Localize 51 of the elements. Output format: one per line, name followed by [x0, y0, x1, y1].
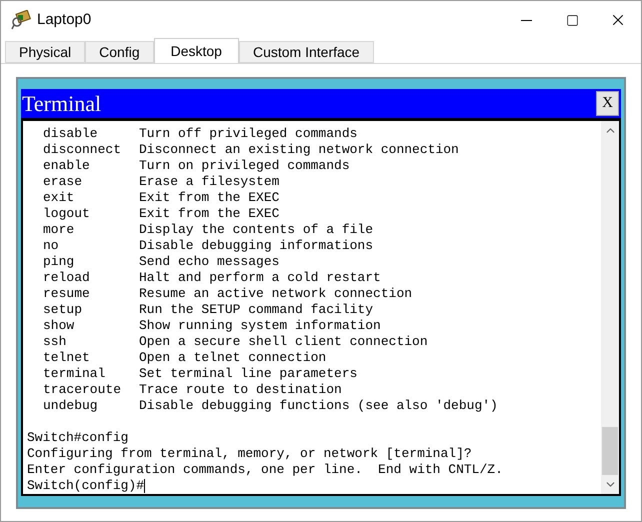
terminal-title: Terminal: [22, 90, 102, 118]
command-description: Set terminal line parameters: [139, 366, 358, 382]
tab[interactable]: Physical: [5, 41, 86, 63]
command-name: disconnect: [43, 142, 122, 158]
command-name: erase: [43, 174, 84, 190]
command-description: Display the contents of a file: [139, 222, 374, 238]
text-cursor: [144, 479, 146, 493]
command-name: ssh: [43, 334, 68, 350]
tab[interactable]: Config: [85, 41, 154, 63]
tab[interactable]: Custom Interface: [238, 41, 374, 63]
command-name: setup: [43, 302, 84, 318]
command-name: logout: [43, 206, 91, 222]
command-name: terminal: [43, 366, 106, 382]
command-description: Disable debugging informations: [139, 238, 374, 254]
command-description: Open a secure shell client connection: [139, 334, 428, 350]
command-prompt: Switch(config)#: [27, 478, 144, 494]
command-name: undebug: [43, 398, 99, 414]
command-description: Exit from the EXEC: [139, 190, 280, 206]
command-name: show: [43, 318, 76, 334]
command-name: more: [43, 222, 76, 238]
scroll-thumb[interactable]: [602, 427, 618, 475]
command-description: Erase a filesystem: [139, 174, 280, 190]
command-description: Halt and perform a cold restart: [139, 270, 381, 286]
scrollbar[interactable]: [601, 121, 619, 494]
command-name: ping: [43, 254, 76, 270]
output-line: Enter configuration commands, one per line. End with CNTL/Z.: [27, 462, 503, 477]
maximize-icon: [566, 14, 578, 26]
window-title: Laptop0: [37, 10, 92, 30]
tab[interactable]: Desktop: [154, 38, 239, 63]
output-line: Configuring from terminal, memory, or network [terminal]?: [27, 446, 472, 461]
command-description: Exit from the EXEC: [139, 206, 280, 222]
command-description: Run the SETUP command facility: [139, 302, 374, 318]
command-description: Disconnect an existing network connection: [139, 142, 459, 158]
command-name: reload: [43, 270, 91, 286]
command-name: no: [43, 238, 60, 254]
command-description: Show running system information: [139, 318, 381, 334]
command-name: traceroute: [43, 382, 122, 398]
command-name: telnet: [43, 350, 91, 366]
command-description: Disable debugging functions (see also 'debug'): [139, 398, 498, 414]
command-description: Trace route to destination: [139, 382, 342, 398]
command-description: Turn on privileged commands: [139, 158, 350, 174]
command-description: Resume an active network connection: [139, 286, 412, 302]
command-description: Turn off privileged commands: [139, 126, 358, 142]
command-name: enable: [43, 158, 91, 174]
command-name: disable: [43, 126, 99, 142]
command-description: Open a telnet connection: [139, 350, 326, 366]
output-line: Switch#config: [27, 430, 128, 445]
command-name: exit: [43, 190, 76, 206]
command-description: Send echo messages: [139, 254, 280, 270]
command-name: resume: [43, 286, 91, 302]
terminal-close-button[interactable]: X: [596, 91, 619, 116]
